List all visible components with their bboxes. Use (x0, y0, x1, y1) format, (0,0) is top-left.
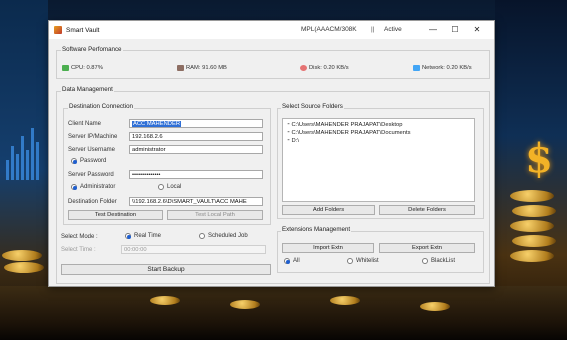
folder-tree-item[interactable]: ⁃ C:\Users\MAHENDER PRAJAPAT\Desktop (287, 122, 402, 128)
password-radio-label: Password (80, 158, 107, 164)
radio-unselected-icon (199, 233, 205, 239)
maximize-icon[interactable]: ☐ (448, 25, 462, 35)
all-radio-label: All (293, 258, 300, 264)
dollar-sign-icon: $ (525, 135, 553, 182)
cpu-metric: CPU: 0.87% (62, 65, 103, 71)
server-ip-field[interactable]: 192.168.2.6 (129, 132, 263, 141)
select-time-field[interactable]: 00:00:00 (121, 245, 266, 254)
radio-selected-icon (71, 184, 77, 190)
window-title: Smart Vault (66, 26, 100, 34)
title-separator: || (371, 26, 375, 33)
coin-icon (2, 250, 42, 261)
add-folders-button[interactable]: Add Folders (282, 205, 375, 215)
whitelist-radio[interactable]: Whitelist (347, 258, 379, 264)
password-radio[interactable]: Password (71, 158, 106, 164)
blacklist-radio[interactable]: BlackList (422, 258, 455, 264)
server-password-label: Server Password (68, 172, 114, 178)
blacklist-radio-label: BlackList (431, 258, 456, 264)
coin-icon (512, 235, 556, 247)
source-folders-title: Select Source Folders (281, 103, 344, 110)
background-coins (0, 286, 567, 340)
radio-selected-icon (284, 258, 290, 264)
disk-icon (300, 65, 307, 71)
all-radio[interactable]: All (284, 258, 300, 264)
server-ip-label: Server IP/Machine (68, 134, 118, 140)
coin-icon (510, 220, 554, 232)
coin-icon (510, 250, 554, 262)
radio-unselected-icon (158, 184, 164, 190)
test-destination-button[interactable]: Test Destination (68, 210, 163, 220)
client-name-label: Client Name (68, 121, 102, 127)
server-username-field[interactable]: administrator (129, 145, 263, 154)
coin-icon (510, 190, 554, 202)
cpu-value: CPU: 0.87% (71, 65, 103, 71)
background-chart-bars (6, 120, 42, 180)
server-password-field[interactable]: •••••••••••••• (129, 170, 263, 179)
local-radio[interactable]: Local (158, 184, 181, 190)
folder-tree-item[interactable]: ⁃ C:\Users\MAHENDER PRAJAPAT\Documents (287, 130, 410, 136)
coin-icon (512, 205, 556, 217)
network-icon (413, 65, 420, 71)
network-value: Network: 0.20 KB/s (422, 65, 472, 71)
folder-path: C:\Users\MAHENDER PRAJAPAT\Desktop (291, 122, 403, 128)
ram-metric: RAM: 91.60 MB (177, 65, 227, 71)
radio-selected-icon (71, 158, 77, 164)
real-time-radio[interactable]: Real Time (125, 233, 161, 239)
coin-icon (330, 296, 360, 305)
source-folders-list[interactable]: ⁃ C:\Users\MAHENDER PRAJAPAT\Desktop ⁃ C… (282, 118, 475, 202)
administrator-radio-label: Administrator (80, 184, 116, 190)
cpu-icon (62, 65, 69, 71)
coin-icon (4, 262, 44, 273)
disk-metric: Disk: 0.20 KB/s (300, 65, 349, 71)
start-backup-button[interactable]: Start Backup (61, 264, 271, 275)
coin-icon (230, 300, 260, 309)
coin-icon (150, 296, 180, 305)
title-bar[interactable]: Smart Vault MPL(AAACM/308K || Active — ☐… (49, 21, 494, 39)
whitelist-radio-label: Whitelist (356, 258, 379, 264)
select-time-label: Select Time : (61, 247, 96, 253)
data-management-title: Data Management (61, 86, 114, 93)
test-local-path-button[interactable]: Test Local Path (167, 210, 263, 220)
close-icon[interactable]: ✕ (470, 25, 484, 35)
scheduled-job-radio[interactable]: Scheduled Job (199, 233, 248, 239)
delete-folders-button[interactable]: Delete Folders (379, 205, 475, 215)
radio-unselected-icon (422, 258, 428, 264)
radio-unselected-icon (347, 258, 353, 264)
destination-group-title: Destination Connection (68, 103, 134, 110)
folder-path: D:\ (291, 138, 299, 144)
real-time-label: Real Time (134, 233, 162, 239)
performance-group-title: Software Perfomance (61, 46, 123, 53)
extensions-group-title: Extensions Management (281, 226, 352, 233)
select-mode-label: Select Mode : (61, 234, 98, 240)
network-metric: Network: 0.20 KB/s (413, 65, 472, 71)
connection-status: Active (384, 26, 402, 33)
local-radio-label: Local (167, 184, 182, 190)
coin-icon (420, 302, 450, 311)
ram-value: RAM: 91.60 MB (186, 65, 227, 71)
app-logo-icon (54, 26, 62, 34)
destination-folder-label: Destination Folder (68, 199, 117, 205)
minimize-icon[interactable]: — (426, 25, 440, 35)
ram-icon (177, 65, 184, 71)
client-name-field[interactable]: ACC MAHENDER (129, 119, 263, 128)
destination-folder-field[interactable]: \\192.168.2.6\D\SMART_VAULT\ACC MAHE (129, 197, 263, 206)
administrator-radio[interactable]: Administrator (71, 184, 115, 190)
radio-selected-icon (125, 233, 131, 239)
user-info: MPL(AAACM/308K (301, 26, 357, 33)
import-extn-button[interactable]: Import Extn (282, 243, 374, 253)
folder-tree-item[interactable]: ⁃ D:\ (287, 138, 299, 144)
scheduled-job-label: Scheduled Job (208, 233, 248, 239)
folder-path: C:\Users\MAHENDER PRAJAPAT\Documents (291, 130, 411, 136)
disk-value: Disk: 0.20 KB/s (309, 65, 349, 71)
server-username-label: Server Username (68, 147, 116, 153)
export-extn-button[interactable]: Export Extn (379, 243, 475, 253)
client-name-value: ACC MAHENDER (132, 121, 182, 127)
